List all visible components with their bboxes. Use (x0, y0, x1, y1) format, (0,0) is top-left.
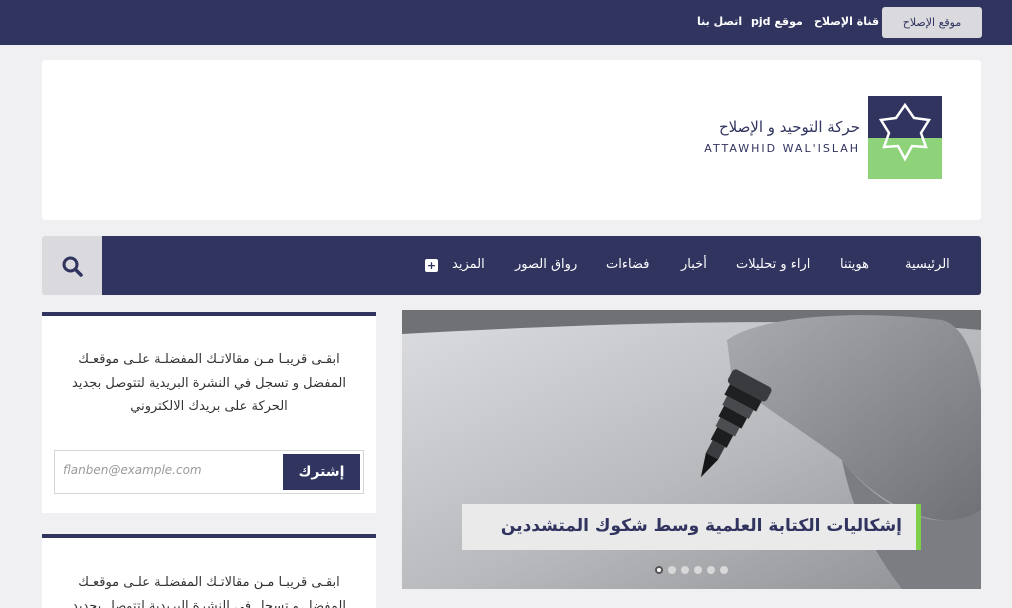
search-icon (62, 256, 83, 277)
nav-item-opinions[interactable]: اراء و تحليلات (736, 256, 810, 274)
logo-latin-name: ATTAWHID WAL'ISLAH (704, 142, 860, 155)
newsletter-2-text-line-1: ابقـى قريبـا مـن مقالاتـك المفضلـة علـى … (78, 575, 340, 590)
plus-icon[interactable]: + (425, 259, 438, 272)
slider-caption[interactable]: إشكاليات الكتابة العلمية وسط شكوك المتشد… (470, 513, 902, 539)
slider-dot-1[interactable] (720, 566, 728, 574)
email-placeholder[interactable]: flanben@example.com (63, 462, 202, 478)
newsletter-2-text-line-2: المفضل و تسجل في النشرة البريدية لتتوصل … (72, 599, 346, 608)
search-button[interactable] (42, 236, 102, 295)
nav-item-news[interactable]: أخبار (681, 256, 707, 274)
islah-channel-link[interactable]: قناة الإصلاح (814, 14, 879, 30)
nav-item-more[interactable]: المزيد (452, 256, 485, 274)
newsletter-text-line-2: المفضل و تسجل في النشرة البريدية لتتوصل … (72, 376, 346, 391)
header-panel (42, 60, 981, 220)
slider-dot-6[interactable] (655, 566, 663, 574)
logo-arabic-name: حركة التوحيد و الإصلاح (718, 118, 860, 136)
slider-dot-5[interactable] (668, 566, 676, 574)
subscribe-button[interactable]: إشترك (283, 454, 360, 490)
nav-item-gallery[interactable]: رواق الصور (515, 256, 577, 274)
pjd-site-link[interactable]: موقع pjd (751, 14, 803, 30)
newsletter-text-line-1: ابقـى قريبـا مـن مقالاتـك المفضلـة علـى … (78, 352, 340, 367)
contact-link[interactable]: اتصل بنا (697, 14, 742, 30)
logo-emblem-icon[interactable] (868, 96, 942, 179)
slider-dot-3[interactable] (694, 566, 702, 574)
islah-site-button[interactable]: موقع الإصلاح (882, 7, 982, 38)
nav-item-spaces[interactable]: فضاءات (606, 256, 649, 274)
nav-item-identity[interactable]: هويتنا (840, 256, 869, 274)
newsletter-text-line-3: الحركة على بريدك الالكتروني (130, 399, 288, 414)
slider-dot-4[interactable] (681, 566, 689, 574)
slider-dot-2[interactable] (707, 566, 715, 574)
nav-item-home[interactable]: الرئيسية (905, 256, 950, 274)
